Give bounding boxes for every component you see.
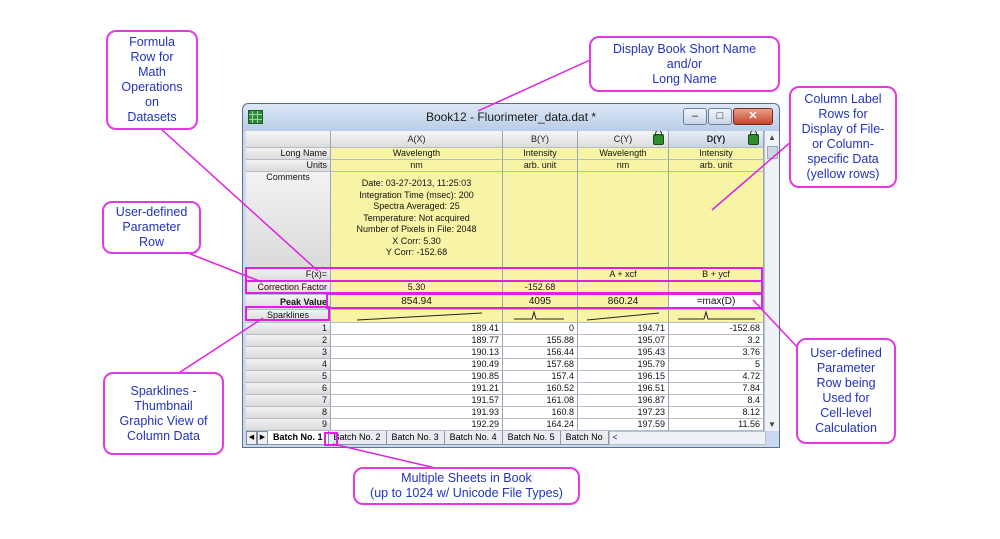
callout-parameter-row: User-defined Parameter Row — [102, 201, 201, 254]
callout-formula-row: Formula Row for Math Operations on Datas… — [106, 30, 198, 130]
callout-book-name: Display Book Short Name and/or Long Name — [589, 36, 780, 92]
callout-sheets: Multiple Sheets in Book (up to 1024 w/ U… — [353, 467, 580, 505]
callout-label-rows: Column Label Rows for Display of File- o… — [789, 86, 897, 188]
callout-sparklines: Sparklines - Thumbnail Graphic View of C… — [103, 372, 224, 455]
callout-parameter-calc: User-defined Parameter Row being Used fo… — [796, 338, 896, 444]
